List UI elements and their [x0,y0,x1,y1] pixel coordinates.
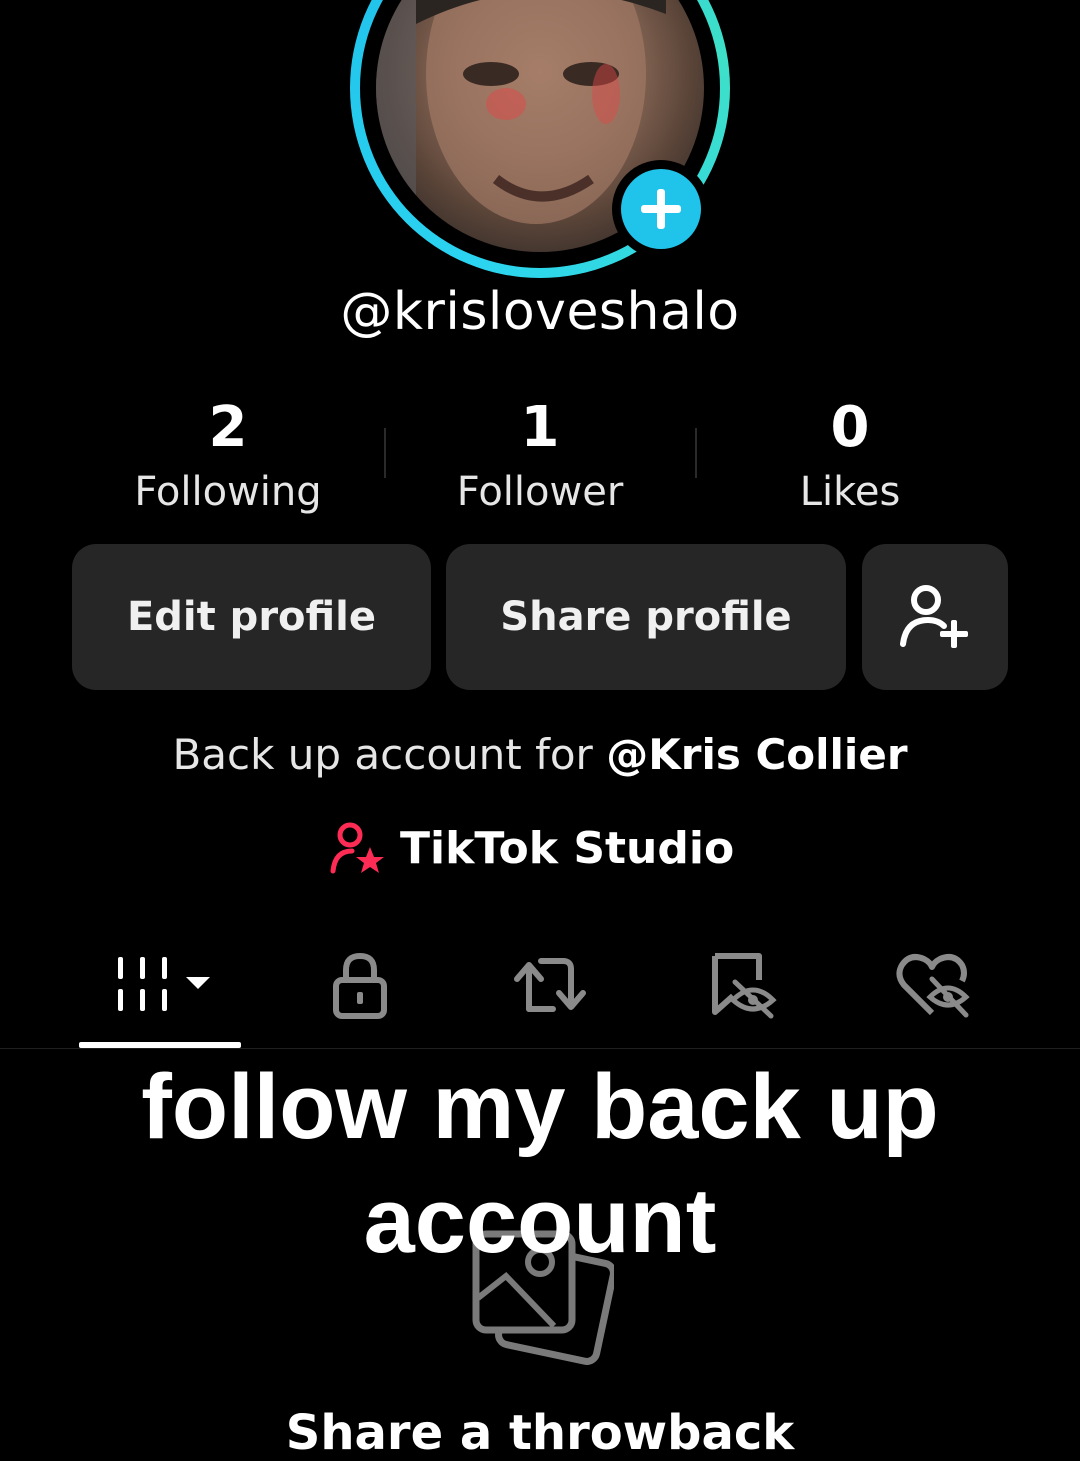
stat-label: Likes [799,469,901,515]
creator-star-icon [330,822,384,874]
heart-hidden-icon [896,954,970,1018]
stat-value: 0 [830,395,870,460]
tab-videos[interactable] [79,940,241,1030]
tiktok-studio-label: TikTok Studio [400,822,735,874]
bio: Back up account for @Kris Collier [0,730,1080,779]
add-friends-button[interactable] [862,544,1008,690]
stat-value: 1 [520,395,560,460]
chevron-down-icon [186,977,210,989]
repost-icon [514,958,586,1012]
stat-value: 2 [208,395,248,460]
tab-favorites[interactable] [700,940,784,1030]
username: @krisloveshalo [340,282,740,342]
empty-state-text: Share a throwback [285,1405,795,1461]
stat-followers[interactable]: 1 Follower [385,392,695,520]
overlay-caption: follow my back up account [141,1056,939,1272]
edit-profile-button[interactable]: Edit profile [72,544,431,690]
stat-label: Following [134,469,322,515]
bookmark-hidden-icon [712,953,777,1019]
lock-icon [333,952,387,1019]
tab-reposts[interactable] [510,940,590,1030]
share-profile-button[interactable]: Share profile [446,544,846,690]
tab-divider [0,1048,1080,1049]
add-user-icon [900,585,968,648]
bio-mention-link[interactable]: @Kris Collier [606,730,907,779]
tab-private[interactable] [320,940,400,1030]
stat-following[interactable]: 2 Following [73,392,383,520]
tab-liked[interactable] [890,940,974,1030]
bio-text: Back up account for [172,730,607,779]
stat-likes[interactable]: 0 Likes [695,392,1005,520]
grid-icon [118,957,210,1011]
stat-label: Follower [456,469,624,515]
plus-icon [621,169,701,249]
add-story-button[interactable] [612,160,710,258]
tiktok-studio-link[interactable]: TikTok Studio [330,818,734,878]
